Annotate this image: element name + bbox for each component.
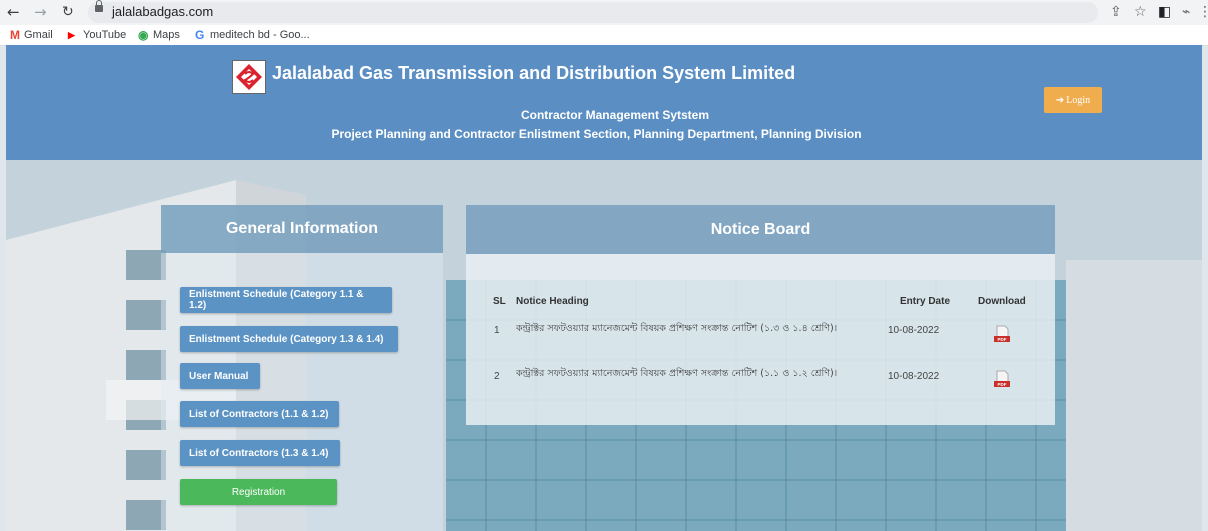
youtube-icon[interactable]: ▶ xyxy=(68,30,75,41)
bookmarks-bar: M Gmail ▶ YouTube ◉ Maps G meditech bd -… xyxy=(0,25,1208,46)
login-label: Login xyxy=(1066,94,1091,106)
menu-dots-icon[interactable]: ⋮ xyxy=(1198,4,1208,20)
login-button[interactable]: ➔ Login xyxy=(1044,87,1102,113)
svg-text:PDF: PDF xyxy=(998,382,1007,387)
list-contractors-1-3-button[interactable]: List of Contractors (1.3 & 1.4) xyxy=(180,440,340,466)
general-info-heading: General Information xyxy=(161,205,443,253)
entry-date: 10-08-2022 xyxy=(888,371,940,382)
share-icon[interactable]: ⇪ xyxy=(1110,4,1122,20)
sign-in-icon: ➔ xyxy=(1055,94,1065,106)
pdf-download-icon[interactable]: PDF xyxy=(992,370,1012,390)
reload-icon[interactable]: ↻ xyxy=(62,3,74,21)
forward-icon[interactable]: → xyxy=(34,3,47,21)
row-sl: 1 xyxy=(494,325,500,336)
list-contractors-1-1-button[interactable]: List of Contractors (1.1 & 1.2) xyxy=(180,401,339,427)
url-text[interactable]: jalalabadgas.com xyxy=(112,4,213,19)
bookmark-meditech[interactable]: meditech bd - Goo... xyxy=(210,29,310,41)
google-icon[interactable]: G xyxy=(195,28,204,42)
column-download: Download xyxy=(978,296,1026,307)
notice-board-table xyxy=(466,254,1055,425)
enlistment-schedule-1-1-button[interactable]: Enlistment Schedule (Category 1.1 & 1.2) xyxy=(180,287,392,313)
column-sl: SL xyxy=(493,296,506,307)
bookmark-youtube[interactable]: YouTube xyxy=(83,29,126,41)
notice-heading-link[interactable]: কন্ট্রাক্টর সফটওয়্যার ম্যানেজমেন্ট বিষয… xyxy=(516,322,866,336)
maps-icon[interactable]: ◉ xyxy=(138,28,148,42)
notice-heading-link[interactable]: কন্ট্রাক্টর সফটওয়্যার ম্যানেজমেন্ট বিষয… xyxy=(516,367,866,381)
company-logo-icon xyxy=(232,60,266,94)
extension-icon[interactable]: ⌁ xyxy=(1182,4,1190,20)
registration-button[interactable]: Registration xyxy=(180,479,337,505)
bookmark-gmail[interactable]: Gmail xyxy=(24,29,53,41)
address-bar[interactable] xyxy=(88,2,1098,23)
tab-search-icon[interactable]: ◧ xyxy=(1158,4,1171,20)
bookmark-maps[interactable]: Maps xyxy=(153,29,180,41)
pdf-download-icon[interactable]: PDF xyxy=(992,325,1012,345)
svg-text:PDF: PDF xyxy=(998,337,1007,342)
back-icon[interactable]: ← xyxy=(7,3,20,21)
gmail-icon[interactable]: M xyxy=(10,28,20,42)
enlistment-schedule-1-3-button[interactable]: Enlistment Schedule (Category 1.3 & 1.4) xyxy=(180,326,398,352)
lock-icon[interactable] xyxy=(95,0,103,13)
page: Jalalabad Gas Transmission and Distribut… xyxy=(6,45,1202,531)
site-department: Project Planning and Contractor Enlistme… xyxy=(331,127,862,141)
entry-date: 10-08-2022 xyxy=(888,325,940,336)
notice-board-heading: Notice Board xyxy=(466,205,1055,254)
site-title: Jalalabad Gas Transmission and Distribut… xyxy=(272,63,796,83)
user-manual-button[interactable]: User Manual xyxy=(180,363,260,389)
row-sl: 2 xyxy=(494,371,500,382)
star-icon[interactable]: ☆ xyxy=(1134,4,1147,20)
column-entry-date: Entry Date xyxy=(900,296,951,307)
browser-toolbar: ← → ↻ jalalabadgas.com ⇪ ☆ ◧ ⌁ ⋮ xyxy=(0,0,1208,25)
site-subtitle: Contractor Management Sytstem xyxy=(520,108,710,122)
column-notice-heading: Notice Heading xyxy=(516,296,589,307)
